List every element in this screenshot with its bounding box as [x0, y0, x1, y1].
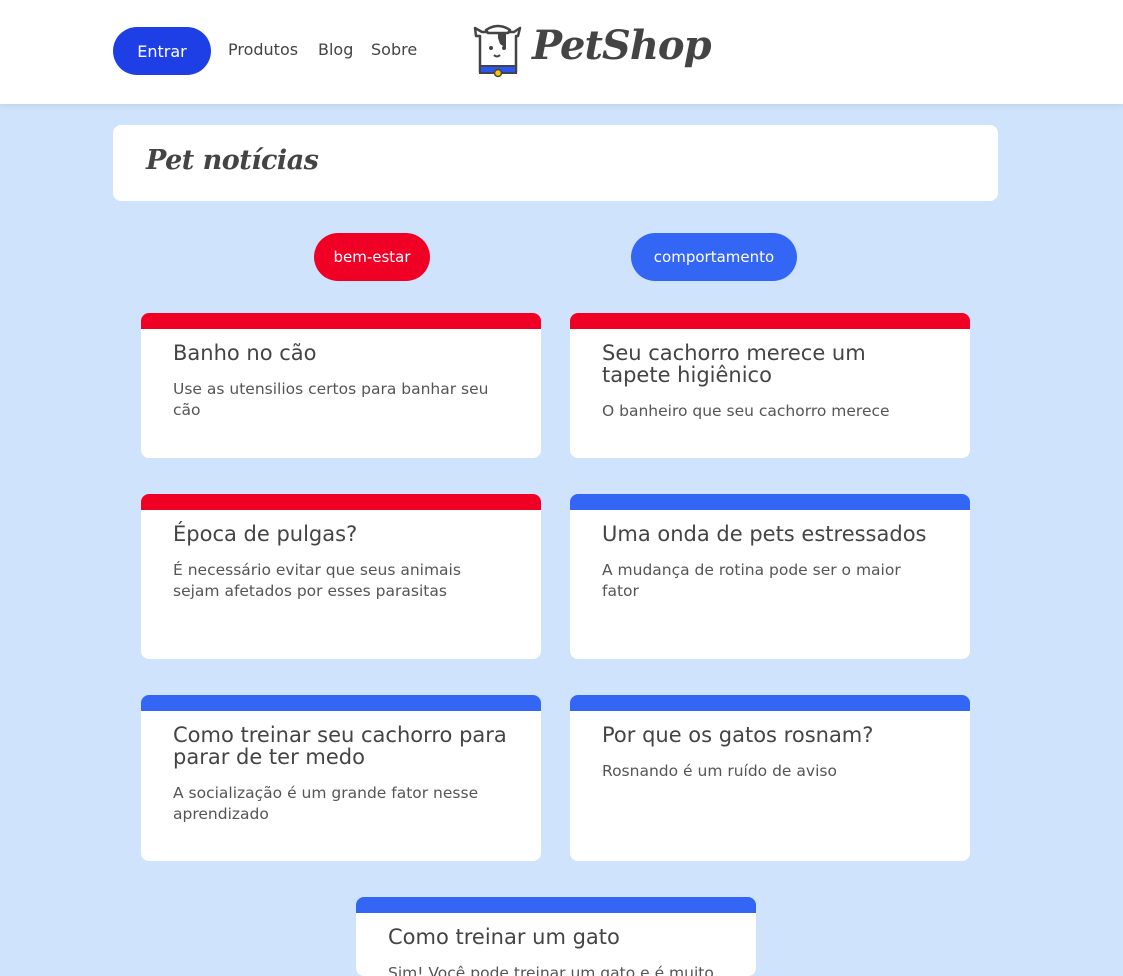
- card-title: Época de pulgas?: [173, 522, 358, 546]
- login-button[interactable]: Entrar: [113, 27, 211, 75]
- category-bar: [141, 695, 541, 711]
- card-title: Banho no cão: [173, 341, 317, 365]
- logo-text[interactable]: PetShop: [532, 22, 712, 69]
- card-description: Sim! Você pode treinar um gato e é muito: [388, 964, 714, 976]
- tag-wellbeing[interactable]: bem-estar: [314, 233, 430, 281]
- card-description: A socialização é um grande fator nesse a…: [173, 784, 479, 823]
- card-title: Seu cachorro merece um tapete higiênico: [602, 341, 866, 387]
- card-description: É necessário evitar que seus animais sej…: [173, 561, 461, 600]
- site-header: Entrar Produtos Blog Sobre PetShop: [0, 0, 1123, 104]
- news-card[interactable]: Uma onda de pets estressados A mudança d…: [570, 494, 970, 659]
- card-description: A mudança de rotina pode ser o maior fat…: [602, 561, 901, 600]
- dog-logo-icon[interactable]: [472, 24, 524, 80]
- card-title: Como treinar seu cachorro para parar de …: [173, 723, 507, 769]
- category-bar: [141, 494, 541, 510]
- news-card[interactable]: Seu cachorro merece um tapete higiênico …: [570, 313, 970, 458]
- category-bar: [570, 313, 970, 329]
- news-card[interactable]: Como treinar um gato Sim! Você pode trei…: [356, 897, 756, 976]
- page-title-card: Pet notícias: [113, 125, 998, 201]
- category-bar: [356, 897, 756, 913]
- category-bar: [570, 695, 970, 711]
- card-title: Como treinar um gato: [388, 925, 620, 949]
- nav-link-products[interactable]: Produtos: [228, 40, 298, 59]
- category-bar: [141, 313, 541, 329]
- news-card[interactable]: Como treinar seu cachorro para parar de …: [141, 695, 541, 861]
- card-description: Rosnando é um ruído de aviso: [602, 762, 837, 780]
- news-card[interactable]: Época de pulgas? É necessário evitar que…: [141, 494, 541, 659]
- tag-behavior[interactable]: comportamento: [631, 233, 797, 281]
- card-description: Use as utensilios certos para banhar seu…: [173, 380, 489, 419]
- nav-link-blog[interactable]: Blog: [318, 40, 353, 59]
- nav-link-about[interactable]: Sobre: [371, 40, 417, 59]
- card-title: Uma onda de pets estressados: [602, 522, 927, 546]
- news-card[interactable]: Por que os gatos rosnam? Rosnando é um r…: [570, 695, 970, 861]
- news-card[interactable]: Banho no cão Use as utensilios certos pa…: [141, 313, 541, 458]
- page-title: Pet notícias: [146, 145, 319, 176]
- category-bar: [570, 494, 970, 510]
- card-description: O banheiro que seu cachorro merece: [602, 402, 890, 420]
- card-title: Por que os gatos rosnam?: [602, 723, 874, 747]
